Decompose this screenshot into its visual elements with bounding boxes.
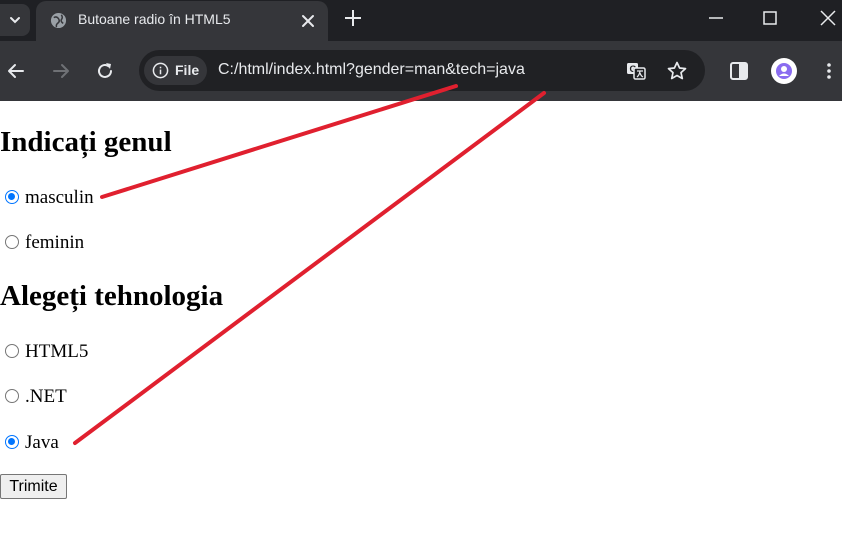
radio-button[interactable] [5, 190, 19, 204]
menu-dots-icon[interactable] [818, 60, 840, 82]
star-icon[interactable] [666, 60, 688, 82]
radio-label: Java [25, 432, 59, 453]
site-info-label: File [175, 62, 200, 78]
radio-button[interactable] [5, 344, 19, 358]
translate-icon[interactable]: G [625, 60, 647, 82]
tab-strip: Butoane radio în HTML5 [0, 0, 842, 41]
globe-icon [50, 12, 67, 29]
browser-toolbar: File C:/html/index.html?gender=man&tech=… [0, 41, 842, 101]
heading-tech: Alegeți tehnologia [0, 280, 224, 312]
site-info-chip[interactable]: File [144, 56, 207, 85]
address-bar[interactable]: File C:/html/index.html?gender=man&tech=… [139, 50, 705, 91]
radio-label: .NET [25, 386, 67, 407]
reload-icon[interactable] [94, 60, 116, 82]
info-icon [152, 62, 169, 79]
plus-icon[interactable] [343, 8, 363, 28]
radio-label: HTML5 [25, 341, 89, 362]
window-close-icon[interactable] [818, 8, 838, 28]
page-content: Indicați genul masculin feminin Alegeți … [0, 101, 842, 534]
chevron-down-icon [10, 17, 20, 24]
avatar-icon [776, 63, 792, 79]
back-arrow-icon[interactable] [5, 60, 27, 82]
profile-avatar[interactable] [771, 58, 797, 84]
heading-gender: Indicați genul [0, 126, 172, 158]
side-panel-icon[interactable] [728, 60, 750, 82]
forward-arrow-icon[interactable] [50, 60, 72, 82]
radio-label: masculin [25, 187, 94, 208]
maximize-icon[interactable] [760, 8, 780, 28]
tab-search-button[interactable] [0, 4, 30, 36]
radio-button[interactable] [5, 235, 19, 249]
radio-label: feminin [25, 232, 85, 253]
minimize-icon[interactable] [706, 8, 726, 28]
close-icon[interactable] [300, 13, 316, 29]
tab-active[interactable]: Butoane radio în HTML5 [36, 1, 328, 41]
url-text[interactable]: C:/html/index.html?gender=man&tech=java [218, 61, 525, 79]
submit-button[interactable]: Trimite [0, 474, 67, 499]
tab-title: Butoane radio în HTML5 [78, 11, 231, 27]
radio-button[interactable] [5, 389, 19, 403]
radio-button[interactable] [5, 435, 19, 449]
